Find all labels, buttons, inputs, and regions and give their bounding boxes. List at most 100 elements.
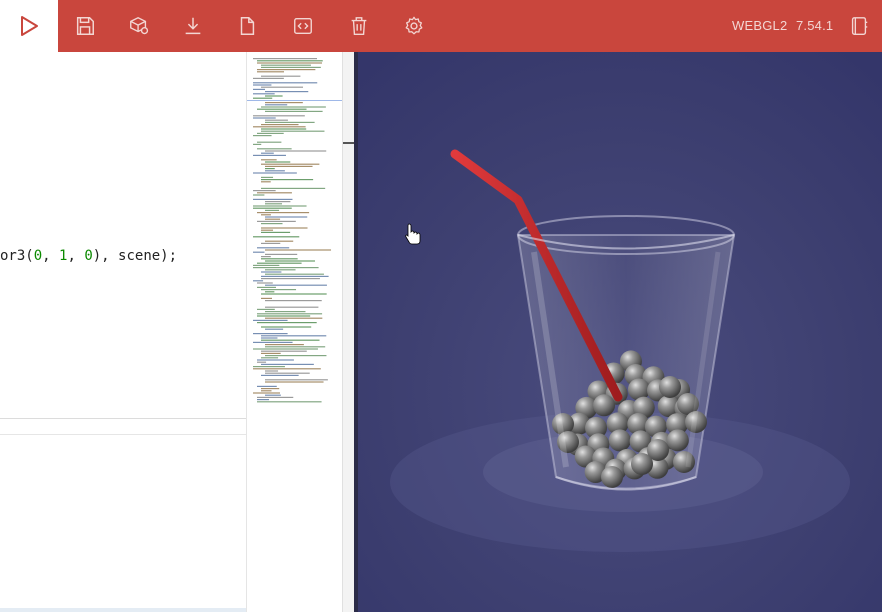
minimap-line: [265, 102, 303, 104]
book-icon: [851, 17, 868, 35]
minimap-line: [257, 361, 267, 363]
minimap-line: [253, 97, 273, 99]
inspector-button[interactable]: [112, 0, 166, 52]
minimap-line: [261, 278, 320, 280]
run-button[interactable]: [0, 0, 58, 52]
new-button[interactable]: [220, 0, 274, 52]
minimap-line: [261, 326, 312, 328]
code-minimap[interactable]: [246, 52, 343, 612]
minimap-line: [257, 220, 296, 222]
minimap-line: [261, 256, 271, 258]
minimap-line: [261, 258, 298, 260]
minimap-line: [261, 64, 311, 66]
minimap-line: [253, 341, 293, 343]
minimap-line: [257, 322, 317, 324]
minimap-line: [253, 190, 276, 192]
minimap-viewport-marker: [247, 100, 343, 101]
minimap-line: [261, 339, 320, 341]
minimap-line: [265, 300, 322, 302]
minimap-line: [257, 396, 294, 398]
minimap-line: [261, 152, 274, 154]
version-label: 7.54.1: [796, 18, 834, 33]
minimap-line: [261, 242, 281, 244]
minimap-line: [261, 223, 283, 225]
code-token: ,: [67, 248, 85, 264]
minimap-line: [261, 128, 307, 130]
minimap-line: [257, 71, 285, 73]
play-icon: [21, 16, 38, 36]
minimap-line: [253, 154, 286, 156]
save-icon: [76, 17, 94, 35]
code-icon: [294, 17, 312, 35]
minimap-line: [261, 75, 301, 77]
minimap-line: [265, 240, 294, 242]
minimap-line: [257, 286, 276, 288]
minimap-lines: [247, 58, 343, 403]
minimap-line: [265, 381, 324, 383]
minimap-line: [257, 108, 307, 110]
minimap-line: [261, 124, 299, 126]
minimap-line: [261, 335, 327, 337]
minimap-line: [261, 388, 280, 390]
minimap-line: [257, 69, 316, 71]
download-button[interactable]: [166, 0, 220, 52]
ball: [601, 466, 623, 488]
examples-button[interactable]: [836, 0, 882, 52]
minimap-line: [257, 262, 302, 264]
minimap-line: [261, 106, 326, 108]
minimap-line: [265, 379, 328, 381]
ball: [666, 429, 689, 452]
minimap-line: [257, 132, 284, 134]
minimap-line: [253, 194, 265, 196]
minimap-line: [265, 372, 310, 374]
horizontal-scrollbar[interactable]: [0, 608, 246, 612]
minimap-line: [261, 227, 308, 229]
format-button[interactable]: [276, 0, 330, 52]
minimap-line: [261, 187, 326, 189]
minimap-line: [265, 201, 291, 203]
minimap-line: [265, 121, 315, 123]
minimap-line: [253, 392, 281, 394]
ball: [659, 376, 681, 398]
minimap-line: [265, 269, 296, 271]
minimap-line: [253, 267, 319, 269]
code-editor[interactable]: or3(0, 1, 0), scene);: [0, 52, 246, 612]
minimap-line: [257, 385, 277, 387]
minimap-line: [265, 119, 288, 121]
minimap-line: [265, 306, 319, 308]
code-line: or3(0, 1, 0), scene);: [0, 248, 177, 264]
minimap-line: [253, 58, 318, 60]
clear-button[interactable]: [332, 0, 386, 52]
minimap-line: [257, 247, 290, 249]
minimap-line: [261, 229, 274, 231]
minimap-line: [261, 337, 278, 339]
minimap-line: [261, 176, 274, 178]
scene-view: [358, 52, 882, 612]
minimap-line: [253, 205, 307, 207]
minimap-line: [253, 84, 272, 86]
editor-divider: [0, 434, 246, 435]
minimap-line: [261, 275, 329, 277]
ball: [631, 453, 653, 475]
minimap-line: [261, 293, 327, 295]
minimap-line: [257, 62, 323, 64]
minimap-line: [257, 212, 310, 214]
minimap-line: [257, 308, 275, 310]
minimap-line: [261, 297, 272, 299]
minimap-line: [265, 168, 275, 170]
minimap-line: [261, 271, 282, 273]
settings-button[interactable]: [387, 0, 441, 52]
minimap-line: [261, 357, 279, 359]
minimap-line: [257, 401, 322, 403]
minimap-line: [265, 291, 275, 293]
minimap-line: [265, 91, 309, 93]
render-canvas[interactable]: [358, 52, 882, 612]
minimap-line: [265, 253, 298, 255]
minimap-line: [253, 366, 285, 368]
minimap-line: [261, 179, 314, 181]
minimap-line: [265, 104, 288, 106]
save-button[interactable]: [58, 0, 112, 52]
minimap-line: [253, 172, 297, 174]
minimap-line: [261, 163, 320, 165]
trash-icon: [351, 17, 367, 35]
